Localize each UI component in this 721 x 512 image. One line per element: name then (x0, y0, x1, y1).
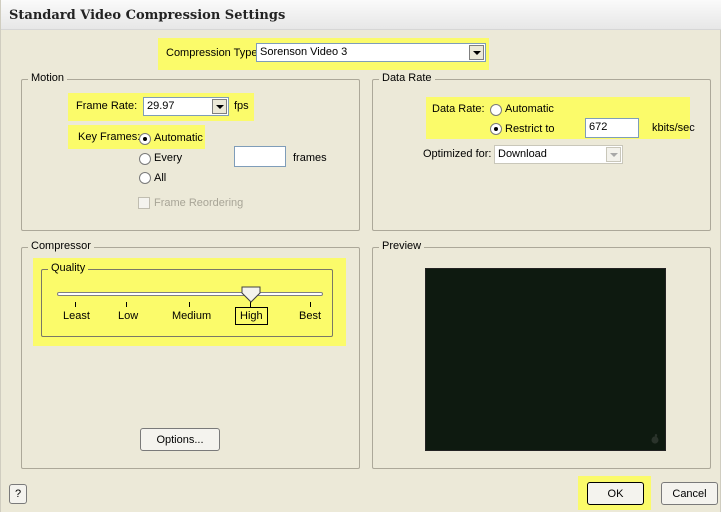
preview-group-label: Preview (379, 240, 425, 252)
help-button[interactable]: ? (9, 484, 27, 504)
data-rate-restrict-value: 672 (589, 121, 608, 133)
kbits-unit-label: kbits/sec (652, 122, 695, 134)
frames-label: frames (293, 152, 327, 164)
chevron-down-icon[interactable] (212, 99, 227, 114)
data-rate-restrict-input[interactable]: 672 (585, 118, 639, 138)
data-rate-automatic-radio[interactable] (490, 104, 502, 116)
optimized-for-select[interactable]: Download (494, 145, 623, 164)
frame-rate-label: Frame Rate: (76, 100, 138, 112)
data-rate-automatic-label: Automatic (505, 103, 554, 115)
key-frames-label: Key Frames: (78, 131, 141, 143)
frame-rate-value: 29.97 (147, 100, 175, 112)
compression-type-select[interactable]: Sorenson Video 3 (256, 43, 486, 62)
title-bar: Standard Video Compression Settings (1, 0, 721, 30)
chevron-down-icon[interactable] (469, 45, 484, 60)
data-rate-label: Data Rate: (432, 103, 485, 115)
quality-level-high-selected[interactable]: High (235, 307, 268, 325)
preview-screen (425, 268, 666, 451)
apple-logo-icon (651, 434, 659, 444)
options-button[interactable]: Options... (140, 428, 220, 451)
data-rate-restrict-radio[interactable] (490, 123, 502, 135)
compression-type-value: Sorenson Video 3 (260, 46, 348, 58)
window-title: Standard Video Compression Settings (9, 8, 286, 23)
quality-level-least[interactable]: Least (63, 310, 90, 322)
slider-tick (126, 302, 127, 307)
cancel-button[interactable]: Cancel (661, 482, 718, 505)
optimized-for-value: Download (498, 148, 547, 160)
key-frames-automatic-radio[interactable] (139, 133, 151, 145)
quality-group: Quality (41, 262, 333, 337)
key-frames-all-radio[interactable] (139, 172, 151, 184)
frame-rate-select[interactable]: 29.97 (143, 97, 229, 116)
compression-settings-dialog: Standard Video Compression Settings Comp… (0, 0, 721, 512)
quality-group-label: Quality (48, 262, 89, 274)
slider-tick (75, 302, 76, 307)
frame-reordering-label: Frame Reordering (154, 197, 244, 209)
fps-label: fps (234, 100, 249, 112)
compressor-group-label: Compressor (28, 240, 94, 252)
key-frames-every-input[interactable] (234, 146, 286, 167)
chevron-down-icon[interactable] (606, 147, 621, 162)
slider-tick (310, 302, 311, 307)
key-frames-every-label: Every (154, 152, 183, 164)
optimized-for-label: Optimized for: (423, 148, 492, 160)
quality-level-medium[interactable]: Medium (172, 310, 211, 322)
slider-thumb-icon[interactable] (241, 286, 261, 304)
key-frames-every-radio[interactable] (139, 153, 151, 165)
key-frames-automatic-label: Automatic (154, 132, 203, 144)
quality-level-low[interactable]: Low (118, 310, 138, 322)
motion-group-label: Motion (28, 72, 68, 84)
ok-button[interactable]: OK (587, 482, 644, 505)
data-rate-restrict-label: Restrict to (505, 123, 555, 135)
quality-slider-track[interactable] (57, 292, 323, 296)
quality-level-best[interactable]: Best (299, 310, 321, 322)
data-rate-group-label: Data Rate (379, 72, 435, 84)
key-frames-all-label: All (154, 172, 167, 184)
frame-reordering-checkbox[interactable] (138, 197, 150, 209)
slider-tick (189, 302, 190, 307)
compression-type-label: Compression Type: (166, 47, 261, 59)
